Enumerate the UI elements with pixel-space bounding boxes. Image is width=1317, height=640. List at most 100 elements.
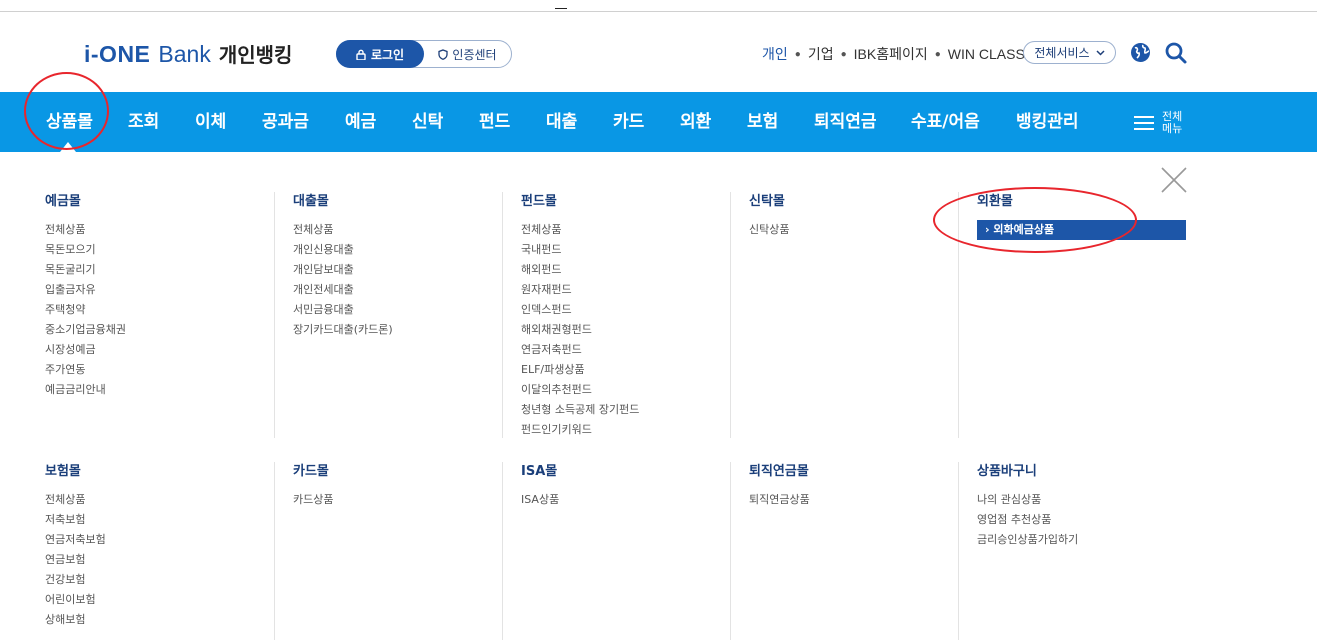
all-services-dropdown[interactable]: 전체서비스	[1023, 41, 1116, 64]
menu-link[interactable]: 전체상품	[293, 220, 493, 240]
menu-group-title[interactable]: 외환몰	[977, 192, 1186, 212]
cert-center-button[interactable]: 인증센터	[424, 46, 511, 63]
gnb-item-fund[interactable]: 펀드	[479, 92, 510, 152]
menu-link[interactable]: 퇴직연금상품	[749, 490, 949, 510]
menu-link[interactable]: 금리승인상품가입하기	[977, 530, 1186, 550]
close-icon[interactable]	[1161, 167, 1187, 193]
menu-link[interactable]: ELF/파생상품	[521, 360, 721, 380]
menu-link[interactable]: 연금저축보험	[45, 530, 245, 550]
gnb-item-insurance[interactable]: 보험	[747, 92, 778, 152]
quick-link-corporate[interactable]: 기업	[808, 44, 834, 64]
chevron-down-icon	[1096, 49, 1105, 56]
menu-group-basket: 상품바구니 나의 관심상품 영업점 추천상품 금리승인상품가입하기	[977, 462, 1186, 550]
bank-logo[interactable]: i-ONE Bank 개인뱅킹	[84, 39, 292, 67]
menu-link[interactable]: 개인신용대출	[293, 240, 493, 260]
gnb-item-transfer[interactable]: 이체	[195, 92, 226, 152]
menu-link[interactable]: 장기카드대출(카드론)	[293, 320, 493, 340]
menu-group-title[interactable]: 대출몰	[293, 192, 493, 212]
login-button[interactable]: 로그인	[336, 40, 424, 68]
menu-link[interactable]: 서민금융대출	[293, 300, 493, 320]
search-icon[interactable]	[1164, 41, 1188, 65]
active-menu-caret	[60, 142, 76, 152]
menu-link[interactable]: 연금보험	[45, 550, 245, 570]
menu-group-title[interactable]: 카드몰	[293, 462, 493, 482]
menu-link[interactable]: 어린이보험	[45, 590, 245, 610]
menu-link[interactable]: 상해보험	[45, 610, 245, 630]
gnb-item-forex[interactable]: 외환	[680, 92, 711, 152]
menu-link[interactable]: ISA상품	[521, 490, 721, 510]
lock-icon	[356, 49, 366, 60]
gnb-item-trust[interactable]: 신탁	[412, 92, 443, 152]
menu-link[interactable]: 주가연동	[45, 360, 245, 380]
menu-link[interactable]: 시장성예금	[45, 340, 245, 360]
quick-link-ibk-home[interactable]: IBK홈페이지	[854, 44, 928, 64]
column-divider	[274, 462, 275, 640]
quick-link-personal[interactable]: 개인	[762, 44, 788, 64]
menu-link[interactable]: 해외펀드	[521, 260, 721, 280]
quick-links: 개인 ● 기업 ● IBK홈페이지 ● WIN CLASS	[762, 44, 1025, 64]
gnb-item-utility[interactable]: 공과금	[262, 92, 309, 152]
menu-group-title[interactable]: ISA몰	[521, 462, 721, 482]
gnb-item-pension[interactable]: 퇴직연금	[814, 92, 877, 152]
all-services-label: 전체서비스	[1034, 46, 1090, 60]
cursor-mark	[555, 8, 567, 9]
menu-link[interactable]: 전체상품	[45, 490, 245, 510]
menu-link[interactable]: 중소기업금융채권	[45, 320, 245, 340]
menu-link[interactable]: 연금저축펀드	[521, 340, 721, 360]
cert-label: 인증센터	[452, 47, 497, 62]
all-menu-button[interactable]: 전체 메뉴	[1134, 111, 1186, 135]
menu-link[interactable]: 국내펀드	[521, 240, 721, 260]
menu-group-title[interactable]: 펀드몰	[521, 192, 721, 212]
menu-group-forex: 외환몰 › 외화예금상품	[977, 192, 1186, 240]
menu-group-insurance: 보험몰 전체상품 저축보험 연금저축보험 연금보험 건강보험 어린이보험 상해보…	[45, 462, 245, 630]
menu-group-title[interactable]: 상품바구니	[977, 462, 1186, 482]
menu-link[interactable]: 주택청약	[45, 300, 245, 320]
column-divider	[274, 192, 275, 438]
gnb-item-check-bill[interactable]: 수표/어음	[911, 92, 980, 152]
separator-dot: ●	[934, 48, 941, 60]
menu-link[interactable]: 펀드인기키워드	[521, 420, 721, 440]
menu-link[interactable]: 전체상품	[45, 220, 245, 240]
column-divider	[958, 192, 959, 438]
all-menu-label: 전체 메뉴	[1162, 110, 1183, 135]
shield-icon	[438, 48, 449, 60]
gnb-item-loan[interactable]: 대출	[546, 92, 577, 152]
menu-link[interactable]: 전체상품	[521, 220, 721, 240]
menu-link-selected[interactable]: › 외화예금상품	[977, 220, 1186, 240]
menu-link[interactable]: 목돈굴리기	[45, 260, 245, 280]
menu-group-title[interactable]: 퇴직연금몰	[749, 462, 949, 482]
menu-link[interactable]: 영업점 추천상품	[977, 510, 1186, 530]
menu-link[interactable]: 저축보험	[45, 510, 245, 530]
menu-link[interactable]: 개인담보대출	[293, 260, 493, 280]
menu-link[interactable]: 인덱스펀드	[521, 300, 721, 320]
menu-link[interactable]: 건강보험	[45, 570, 245, 590]
quick-link-win-class[interactable]: WIN CLASS	[948, 46, 1025, 62]
menu-link[interactable]: 카드상품	[293, 490, 493, 510]
menu-group-loan: 대출몰 전체상품 개인신용대출 개인담보대출 개인전세대출 서민금융대출 장기카…	[293, 192, 493, 340]
menu-group-title[interactable]: 보험몰	[45, 462, 245, 482]
gnb-item-card[interactable]: 카드	[613, 92, 644, 152]
menu-link[interactable]: 원자재펀드	[521, 280, 721, 300]
menu-group-pension: 퇴직연금몰 퇴직연금상품	[749, 462, 949, 510]
menu-link[interactable]: 목돈모으기	[45, 240, 245, 260]
gnb-item-inquiry[interactable]: 조회	[128, 92, 159, 152]
separator-dot: ●	[840, 48, 847, 60]
menu-link[interactable]: 해외채권형펀드	[521, 320, 721, 340]
menu-group-isa: ISA몰 ISA상품	[521, 462, 721, 510]
column-divider	[502, 462, 503, 640]
column-divider	[730, 192, 731, 438]
menu-link[interactable]: 입출금자유	[45, 280, 245, 300]
menu-group-title[interactable]: 예금몰	[45, 192, 245, 212]
globe-icon[interactable]	[1130, 42, 1151, 63]
menu-link[interactable]: 청년형 소득공제 장기펀드	[521, 400, 721, 420]
menu-link[interactable]: 개인전세대출	[293, 280, 493, 300]
menu-link[interactable]: 이달의추천펀드	[521, 380, 721, 400]
menu-group-title[interactable]: 신탁몰	[749, 192, 949, 212]
gnb-item-banking-admin[interactable]: 뱅킹관리	[1016, 92, 1079, 152]
menu-link[interactable]: 예금금리안내	[45, 380, 245, 400]
menu-link[interactable]: 신탁상품	[749, 220, 949, 240]
menu-group-trust: 신탁몰 신탁상품	[749, 192, 949, 240]
menu-group-deposit: 예금몰 전체상품 목돈모으기 목돈굴리기 입출금자유 주택청약 중소기업금융채권…	[45, 192, 245, 400]
menu-link[interactable]: 나의 관심상품	[977, 490, 1186, 510]
gnb-item-deposit[interactable]: 예금	[345, 92, 376, 152]
